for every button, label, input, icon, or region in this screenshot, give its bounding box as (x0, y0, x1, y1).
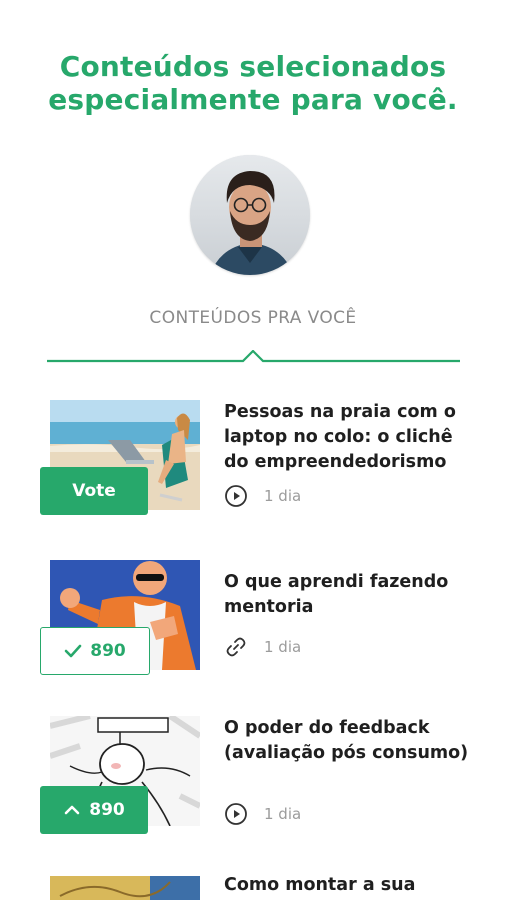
vote-count: 890 (89, 800, 125, 820)
tab-conteudos[interactable]: CONTEÚDOS PRA VOCÊ (0, 308, 506, 328)
chevron-up-icon (64, 805, 80, 815)
play-circle-icon (225, 485, 247, 507)
item-age: 1 dia (264, 638, 302, 656)
link-icon (226, 637, 246, 657)
item-title[interactable]: Pessoas na praia com o laptop no colo: o… (224, 400, 474, 475)
vote-count: 890 (90, 641, 126, 661)
upvote-button[interactable]: 890 (40, 786, 148, 834)
item-title[interactable]: O que aprendi fazendo mentoria (224, 570, 474, 620)
item-age: 1 dia (264, 805, 302, 823)
item-title[interactable]: Como montar a sua (224, 873, 474, 898)
item-age: 1 dia (264, 487, 302, 505)
voted-button[interactable]: 890 (40, 627, 150, 675)
vote-button[interactable]: Vote (40, 467, 148, 515)
play-circle-icon (225, 803, 247, 825)
avatar-image (190, 155, 310, 275)
headline-line-1: Conteúdos selecionados (59, 50, 447, 83)
thumbnail-map (50, 876, 200, 900)
avatar[interactable] (190, 155, 310, 275)
item-meta: 1 dia (224, 635, 301, 659)
page-headline: Conteúdos selecionados especialmente par… (0, 50, 506, 116)
item-meta: 1 dia (224, 484, 301, 508)
tab-indicator (47, 350, 460, 363)
vote-label: Vote (72, 481, 116, 501)
item-meta: 1 dia (224, 802, 301, 826)
check-icon (64, 644, 82, 658)
item-title[interactable]: O poder do feedback (avaliação pós consu… (224, 716, 474, 766)
headline-line-2: especialmente para você. (48, 83, 458, 116)
